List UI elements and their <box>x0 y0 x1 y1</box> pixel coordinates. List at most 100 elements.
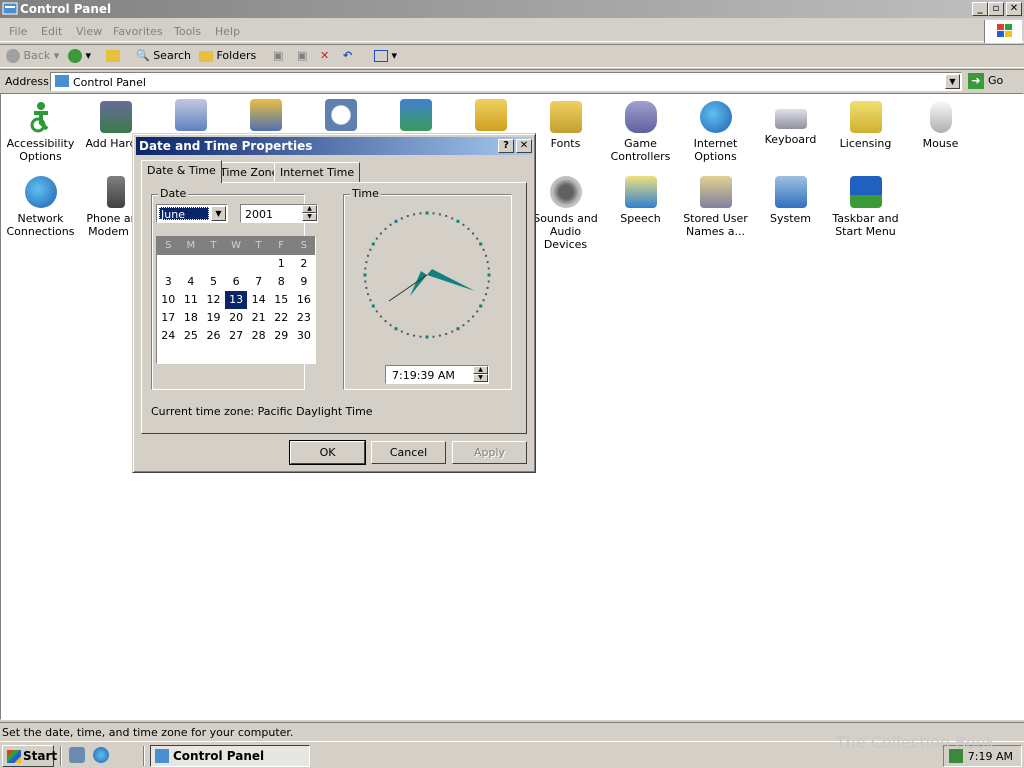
calendar-day[interactable]: 23 <box>293 309 316 327</box>
calendar-day[interactable]: 6 <box>225 273 248 291</box>
item-taskbar-and-start-menu[interactable]: Taskbar and Start Menu <box>828 176 903 238</box>
calendar-day[interactable]: 5 <box>202 273 225 291</box>
menu-view[interactable]: View <box>76 25 102 38</box>
forward-button[interactable]: ▾ <box>68 49 91 63</box>
system-computer-icon <box>774 176 807 208</box>
menu-help[interactable]: Help <box>215 25 240 38</box>
calendar-day[interactable]: 9 <box>293 273 316 291</box>
item-add-remove-programs[interactable] <box>153 99 228 135</box>
calendar-day[interactable]: 24 <box>157 327 180 345</box>
hour-hand <box>410 271 427 296</box>
calendar-day[interactable]: 26 <box>202 327 225 345</box>
minimize-button[interactable]: _ <box>972 2 988 16</box>
calendar-day[interactable]: 18 <box>180 309 203 327</box>
item-mouse[interactable]: Mouse <box>903 101 978 150</box>
calendar-day[interactable]: 7 <box>247 273 270 291</box>
copy-to-icon[interactable]: ▣ <box>297 49 307 62</box>
address-input[interactable]: Control Panel ▼ <box>50 72 962 91</box>
chevron-down-icon[interactable]: ▼ <box>211 206 226 221</box>
search-button[interactable]: 🔍 Search <box>136 49 191 62</box>
item-licensing[interactable]: Licensing <box>828 101 903 150</box>
address-dropdown-button[interactable]: ▼ <box>945 74 960 89</box>
calendar-day[interactable]: 4 <box>180 273 203 291</box>
calendar-day[interactable]: 2 <box>293 255 316 273</box>
restore-button[interactable]: ▫ <box>988 2 1004 16</box>
calendar-day[interactable]: 19 <box>202 309 225 327</box>
item-fonts[interactable]: Fonts <box>528 101 603 150</box>
calendar-day[interactable]: 21 <box>247 309 270 327</box>
clock-tick <box>367 293 369 296</box>
item-folder-options[interactable] <box>453 99 528 135</box>
folders-button[interactable]: Folders <box>199 49 256 62</box>
apply-button[interactable]: Apply <box>452 441 527 464</box>
calendar-day[interactable]: 12 <box>202 291 225 309</box>
calendar-day[interactable]: 1 <box>270 255 293 273</box>
item-speech[interactable]: Speech <box>603 176 678 225</box>
calendar-day[interactable]: 14 <box>247 291 270 309</box>
time-spinner[interactable]: 7:19:39 AM ▲ ▼ <box>385 365 489 384</box>
tab-date-time[interactable]: Date & Time <box>141 160 222 183</box>
item-keyboard[interactable]: Keyboard <box>753 101 828 146</box>
menu-edit[interactable]: Edit <box>41 25 62 38</box>
calendar-day[interactable]: 30 <box>293 327 316 345</box>
clock-tick <box>406 333 409 335</box>
start-button[interactable]: Start <box>2 745 57 767</box>
taskbar-item-control-panel[interactable]: Control Panel <box>150 745 310 767</box>
delete-icon[interactable]: ✕ <box>320 49 329 62</box>
cancel-button[interactable]: Cancel <box>371 441 446 464</box>
menu-favorites[interactable]: Favorites <box>113 25 163 38</box>
calendar-day[interactable]: 10 <box>157 291 180 309</box>
tab-internet-time[interactable]: Internet Time <box>274 162 361 182</box>
calendar-day[interactable]: 8 <box>270 273 293 291</box>
clock-tick <box>425 335 429 339</box>
calendar-day[interactable]: 28 <box>247 327 270 345</box>
move-to-icon[interactable]: ▣ <box>273 49 283 62</box>
calendar-day[interactable]: 13 <box>224 291 248 309</box>
item-display[interactable] <box>378 99 453 135</box>
calendar-day[interactable]: 17 <box>157 309 180 327</box>
item-administrative-tools[interactable] <box>228 99 303 135</box>
item-sounds-and-audio-devices[interactable]: Sounds and Audio Devices <box>528 176 603 251</box>
calendar-day[interactable]: 15 <box>270 291 293 309</box>
year-spinner[interactable]: 2001 ▲ ▼ <box>240 204 318 223</box>
close-button[interactable]: ✕ <box>1006 2 1022 16</box>
clock-tick <box>419 212 422 215</box>
menu-bar: File Edit View Favorites Tools Help <box>0 20 1024 42</box>
show-desktop-icon[interactable] <box>69 747 85 763</box>
back-button[interactable]: Back ▾ <box>6 49 59 63</box>
item-accessibility-options[interactable]: Accessibility Options <box>3 101 78 163</box>
go-button[interactable]: ➜ Go <box>968 73 1003 89</box>
item-internet-options[interactable]: Internet Options <box>678 101 753 163</box>
calendar-day[interactable]: 22 <box>270 309 293 327</box>
spin-up-icon[interactable]: ▲ <box>302 205 317 213</box>
calendar-day[interactable]: 16 <box>293 291 316 309</box>
spin-up-icon[interactable]: ▲ <box>473 366 488 374</box>
time-group-label: Time <box>350 187 381 200</box>
month-select[interactable]: June ▼ <box>156 204 228 223</box>
item-system[interactable]: System <box>753 176 828 225</box>
item-stored-user-names[interactable]: Stored User Names a... <box>678 176 753 238</box>
dialog-close-button[interactable]: ✕ <box>516 139 532 153</box>
calendar-day[interactable]: 11 <box>180 291 203 309</box>
up-folder-button[interactable] <box>106 49 120 62</box>
calendar-day[interactable]: 27 <box>225 327 248 345</box>
menu-file[interactable]: File <box>9 25 27 38</box>
calendar-day[interactable]: 3 <box>157 273 180 291</box>
time-spin-buttons[interactable]: ▲ ▼ <box>473 366 488 383</box>
spin-down-icon[interactable]: ▼ <box>473 374 488 382</box>
menu-tools[interactable]: Tools <box>174 25 201 38</box>
internet-explorer-icon[interactable] <box>93 747 109 763</box>
calendar-day[interactable]: 29 <box>270 327 293 345</box>
spin-down-icon[interactable]: ▼ <box>302 213 317 221</box>
calendar-empty-cell <box>225 255 248 273</box>
calendar-day[interactable]: 25 <box>180 327 203 345</box>
calendar-day[interactable]: 20 <box>225 309 248 327</box>
ok-button[interactable]: OK <box>289 440 366 465</box>
item-game-controllers[interactable]: Game Controllers <box>603 101 678 163</box>
views-button[interactable]: ▾ <box>374 49 397 62</box>
item-network-connections[interactable]: Network Connections <box>3 176 78 238</box>
help-button[interactable]: ? <box>498 139 514 153</box>
undo-icon[interactable]: ↶ <box>343 49 352 62</box>
item-date-and-time[interactable] <box>303 99 378 135</box>
year-spin-buttons[interactable]: ▲ ▼ <box>302 205 317 222</box>
